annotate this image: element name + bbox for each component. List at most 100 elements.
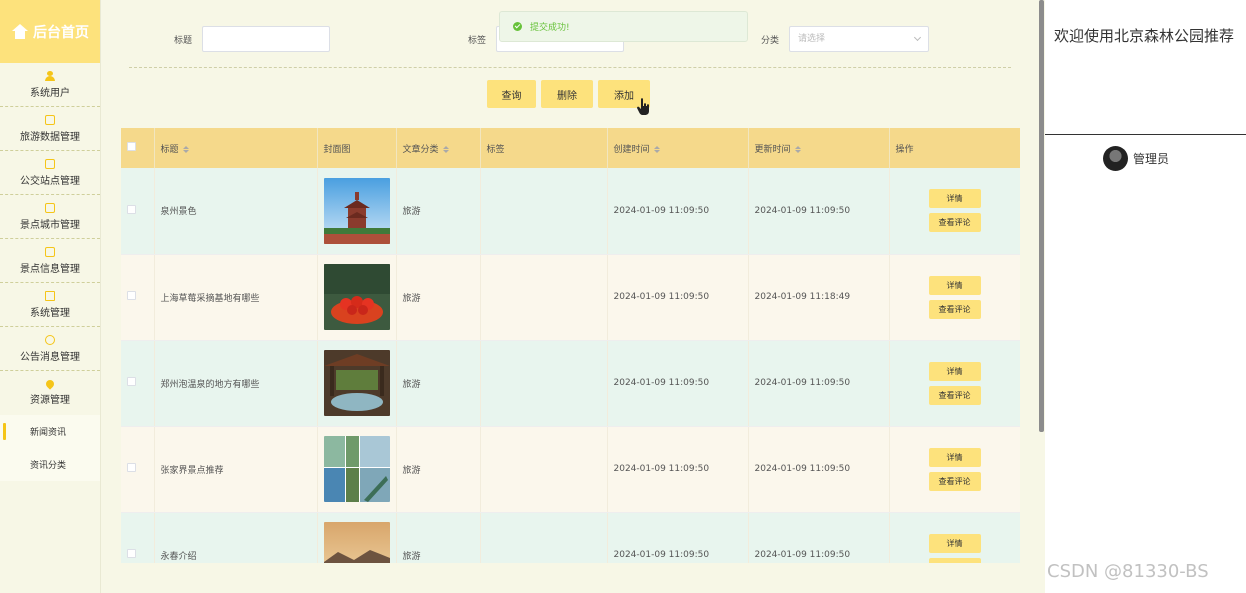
- sidebar-item-system[interactable]: 系统管理: [0, 283, 100, 327]
- column-header-title[interactable]: 标题: [154, 128, 318, 168]
- row-actions: 详情 查看评论: [889, 512, 1020, 563]
- sidebar-subitem-news[interactable]: 新闻资讯: [0, 415, 100, 448]
- row-checkbox[interactable]: [127, 204, 136, 214]
- edit-icon: [45, 246, 55, 257]
- column-header-created[interactable]: 创建时间: [607, 128, 749, 168]
- row-actions: 详情 查看评论: [889, 254, 1020, 341]
- detail-button[interactable]: 详情: [928, 189, 981, 209]
- category-label: 分类: [761, 36, 780, 46]
- column-header-actions: 操作: [889, 128, 1020, 168]
- sidebar-subitem-news-category[interactable]: 资讯分类: [0, 448, 100, 481]
- row-updated: 2024-01-09 11:09:50: [748, 340, 890, 427]
- row-actions: 详情 查看评论: [889, 168, 1020, 255]
- view-comments-button[interactable]: 查看评论: [928, 299, 981, 319]
- row-created: 2024-01-09 11:09:50: [607, 340, 749, 427]
- cover-image-strawberries: [323, 264, 390, 330]
- row-created: 2024-01-09 11:09:50: [607, 426, 749, 513]
- cover-cell: [317, 512, 397, 563]
- sidebar-item-label: 资源管理: [30, 395, 70, 406]
- cover-cell: [317, 254, 397, 341]
- row-checkbox[interactable]: [127, 463, 136, 472]
- column-header-updated[interactable]: 更新时间: [748, 128, 890, 168]
- sidebar-item-label: 系统管理: [30, 307, 70, 319]
- row-checkbox[interactable]: [127, 549, 136, 558]
- main-scrollbar[interactable]: [1039, 0, 1044, 432]
- tag-label: 标签: [468, 36, 487, 46]
- detail-button[interactable]: 详情: [928, 361, 981, 381]
- row-tag: [480, 168, 608, 255]
- user-menu[interactable]: 管理员: [1103, 146, 1169, 171]
- row-tag: [480, 426, 608, 513]
- sidebar-item-label: 公告消息管理: [20, 351, 80, 363]
- table-header-row: 标题 封面图 文章分类 标签 创建时间 更新时间 操作: [121, 128, 1020, 168]
- category-select[interactable]: 请选择: [789, 26, 929, 52]
- user-icon: [45, 70, 55, 81]
- title-input[interactable]: [202, 26, 330, 52]
- sort-icon[interactable]: [442, 145, 449, 153]
- row-title: 上海草莓采摘基地有哪些: [154, 254, 318, 341]
- row-title: 永春介绍: [154, 512, 318, 563]
- query-button[interactable]: 查询: [487, 80, 536, 108]
- sidebar-item-users[interactable]: 系统用户: [0, 63, 100, 107]
- view-comments-button[interactable]: 查看评论: [928, 213, 981, 233]
- edit-icon: [45, 158, 55, 169]
- sidebar-item-label: 景点信息管理: [20, 263, 80, 275]
- right-panel: 欢迎使用北京森林公园推荐 管理员: [1045, 0, 1246, 593]
- sidebar-item-scenic-cities[interactable]: 景点城市管理: [0, 195, 100, 239]
- sidebar-item-resources[interactable]: 资源管理: [0, 371, 100, 415]
- row-tag: [480, 340, 608, 427]
- sidebar-item-bus-stations[interactable]: 公交站点管理: [0, 151, 100, 195]
- row-created: 2024-01-09 11:09:50: [607, 168, 749, 255]
- welcome-title: 欢迎使用北京森林公园推荐: [1054, 27, 1235, 45]
- sidebar-item-label: 系统用户: [30, 87, 70, 99]
- table-row: 永春介绍 旅游 2024-01-09 11:09:50 2024-01-09 1…: [121, 512, 1020, 563]
- row-updated: 2024-01-09 11:09:50: [748, 426, 890, 513]
- avatar: [1103, 146, 1128, 171]
- sidebar-item-notices[interactable]: 公告消息管理: [0, 327, 100, 371]
- column-header-category[interactable]: 文章分类: [396, 128, 481, 168]
- cover-image-pagoda: [323, 177, 390, 244]
- row-created: 2024-01-09 11:09:50: [607, 254, 749, 341]
- row-actions: 详情 查看评论: [889, 340, 1020, 427]
- sort-icon[interactable]: [653, 145, 660, 153]
- row-category: 旅游: [396, 168, 481, 255]
- row-checkbox[interactable]: [127, 291, 136, 300]
- table-row: 郑州泡温泉的地方有哪些 旅游 2024-01-09 11:09:50 2024-…: [121, 340, 1020, 427]
- sidebar-item-scenic-info[interactable]: 景点信息管理: [0, 239, 100, 283]
- view-comments-button[interactable]: 查看评论: [928, 557, 981, 563]
- detail-button[interactable]: 详情: [928, 275, 981, 295]
- row-category: 旅游: [396, 426, 481, 513]
- row-updated: 2024-01-09 11:09:50: [748, 512, 890, 563]
- category-select-placeholder: 请选择: [798, 34, 826, 44]
- table-row: 上海草莓采摘基地有哪些 旅游 2024-01-09 11:09:50 2024-…: [121, 254, 1020, 341]
- cover-cell: [317, 426, 397, 513]
- select-all-checkbox[interactable]: [127, 142, 136, 151]
- sort-icon[interactable]: [182, 145, 189, 153]
- sidebar-item-travel-data[interactable]: 旅游数据管理: [0, 107, 100, 151]
- delete-button[interactable]: 删除: [541, 80, 593, 108]
- success-check-icon: [513, 22, 522, 31]
- sidebar-home[interactable]: 后台首页: [0, 0, 100, 63]
- view-comments-button[interactable]: 查看评论: [928, 471, 981, 491]
- sidebar-item-label: 旅游数据管理: [20, 131, 80, 143]
- row-updated: 2024-01-09 11:18:49: [748, 254, 890, 341]
- row-updated: 2024-01-09 11:09:50: [748, 168, 890, 255]
- cover-image-zhangjiajie: [323, 436, 390, 502]
- sidebar-item-label: 景点城市管理: [20, 219, 80, 231]
- row-actions: 详情 查看评论: [889, 426, 1020, 513]
- row-category: 旅游: [396, 254, 481, 341]
- select-all-cell: [121, 128, 155, 168]
- column-header-tag: 标签: [480, 128, 608, 168]
- detail-button[interactable]: 详情: [928, 447, 981, 467]
- row-title: 张家界景点推荐: [154, 426, 318, 513]
- title-label: 标题: [174, 36, 193, 46]
- edit-icon: [45, 114, 55, 125]
- sidebar-item-label: 公交站点管理: [20, 175, 80, 187]
- view-comments-button[interactable]: 查看评论: [928, 385, 981, 405]
- sort-icon[interactable]: [794, 145, 801, 153]
- row-checkbox[interactable]: [127, 377, 136, 386]
- detail-button[interactable]: 详情: [928, 533, 981, 553]
- row-category: 旅游: [396, 512, 481, 563]
- toast-message: 提交成功!: [530, 23, 570, 33]
- location-pin-icon: [44, 378, 56, 390]
